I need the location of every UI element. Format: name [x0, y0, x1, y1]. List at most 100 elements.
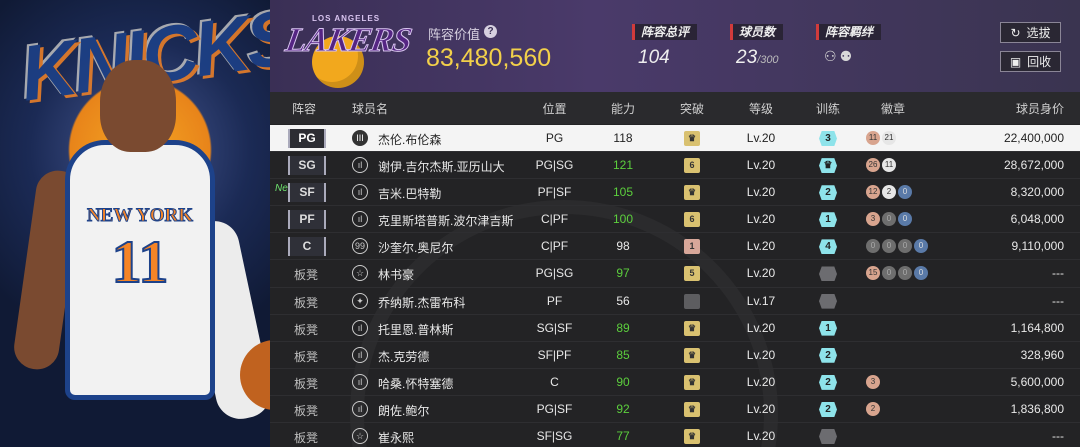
training-icon: 3: [819, 131, 837, 146]
table-row[interactable]: 板凳 ☆ 林书豪 PG|SG 97 5 Lv.20 15 0 0 0 ---: [270, 260, 1080, 288]
player-level: Lv.20: [746, 266, 776, 281]
table-row[interactable]: SG ıl 谢伊.吉尔杰斯.亚历山大 PG|SG 121 6 Lv.20 ♛ 26 11 28,67…: [270, 152, 1080, 180]
player-level: Lv.20: [746, 401, 776, 416]
player-value: 1,836,800: [1010, 401, 1064, 416]
training-icon: 2: [819, 401, 837, 417]
player-value: ---: [1052, 429, 1064, 444]
col-position[interactable]: 位置: [517, 100, 592, 117]
bench-tag: 板凳: [294, 322, 319, 337]
table-row[interactable]: 板凳 ✦ 乔纳斯.杰雷布科 PF 56 Lv.17 ---: [270, 288, 1080, 315]
player-tier-icon: 99: [352, 238, 368, 255]
col-ability[interactable]: 能力: [590, 100, 656, 117]
col-value[interactable]: 球员身价: [1016, 100, 1064, 117]
lineup-panel: LOS ANGELES LAKERS 阵容价值 ? 83,480,560 阵容总…: [270, 0, 1080, 447]
table-row[interactable]: 板凳 ıl 托里恩.普林斯 SG|SF 89 ♛ Lv.20 1 1,164,800: [270, 315, 1080, 342]
badge-list: 300: [866, 212, 912, 227]
synergy-icons[interactable]: ⚇ ⚉: [824, 48, 852, 65]
table-row[interactable]: C 99 沙奎尔.奥尼尔 C|PF 98 1 Lv.20 4 0 0 0 0 9,110,000: [270, 233, 1080, 261]
col-badges[interactable]: 徽章: [865, 100, 921, 117]
player-name: 崔永熙: [378, 431, 415, 446]
player-position: PG|SG: [535, 266, 574, 281]
bench-tag: 板凳: [294, 431, 319, 446]
player-tier-icon: ıl: [352, 346, 368, 363]
breakthrough-icon: 6: [684, 158, 700, 174]
badge-icon: 21: [882, 131, 896, 145]
badge-icon: 2: [882, 185, 896, 200]
player-ability: 85: [616, 347, 630, 362]
col-breakthrough[interactable]: 突破: [662, 100, 722, 117]
player-level: Lv.20: [746, 374, 776, 389]
badge-icon: 3: [866, 374, 880, 389]
training-icon: [819, 293, 837, 309]
roster-table: PG III 杰伦.布伦森 PG 118 ♛ Lv.20 3 11 21 22,400,000 SG ı…: [270, 125, 1080, 447]
player-value: ---: [1052, 266, 1064, 281]
badge-icon: 11: [882, 158, 896, 173]
breakthrough-icon: ♛: [684, 185, 700, 201]
badge-list: 12 2 0: [866, 185, 912, 200]
player-ability: 92: [616, 401, 630, 416]
slot-tag: PG: [288, 129, 326, 148]
table-row[interactable]: 板凳 ıl 哈桑.怀特塞德 C 90 ♛ Lv.20 2 3 5,600,000: [270, 369, 1080, 396]
player-ability: 121: [612, 158, 634, 173]
player-count-label: 球员数: [730, 24, 784, 40]
badge-icon: 26: [866, 158, 880, 173]
badge-icon: 2: [866, 401, 880, 416]
training-icon: 1: [819, 320, 837, 336]
player-tier-icon: ✦: [352, 292, 368, 309]
breakthrough-icon: 1: [684, 239, 700, 255]
lineup-synergy-stat[interactable]: 阵容羁绊: [816, 23, 882, 41]
table-row[interactable]: New SF ıl 吉米.巴特勒 PF|SF 105 ♛ Lv.20 2 12 2 0 8,320,00…: [270, 179, 1080, 207]
jersey-text: NEW YORK: [86, 205, 194, 227]
lineup-rating-stat: 阵容总评 104: [632, 23, 698, 68]
col-name[interactable]: 球员名: [352, 100, 388, 117]
bench-tag: 板凳: [294, 349, 319, 364]
jersey-number: 11: [111, 228, 170, 296]
table-row[interactable]: 板凳 ıl 朗佐.鲍尔 PG|SF 92 ♛ Lv.20 2 2 1,836,800: [270, 396, 1080, 424]
lineup-synergy-label: 阵容羁绊: [816, 24, 882, 40]
badge-list: 11 21: [866, 131, 896, 145]
training-icon: ♛: [819, 158, 837, 174]
player-position: SF|SG: [536, 429, 573, 444]
help-icon[interactable]: ?: [484, 25, 497, 38]
player-level: Lv.20: [746, 347, 776, 362]
lineup-header: LOS ANGELES LAKERS 阵容价值 ? 83,480,560 阵容总…: [270, 0, 1080, 92]
table-header: 阵容 球员名 位置 能力 突破 等级 训练 徽章 球员身价: [270, 92, 1080, 124]
breakthrough-icon: ♛: [684, 401, 700, 417]
bench-tag: 板凳: [294, 295, 319, 310]
player-count-value: 23/300: [736, 47, 779, 68]
table-row[interactable]: PF ıl 克里斯塔普斯.波尔津吉斯 C|PF 100 6 Lv.20 1 3 0 0 6,048,0…: [270, 206, 1080, 234]
player-count-stat: 球员数 23/300: [730, 23, 784, 68]
table-row[interactable]: 板凳 ☆ 崔永熙 SF|SG 77 ♛ Lv.20 ---: [270, 423, 1080, 447]
player-level: Lv.20: [746, 158, 776, 173]
lineup-value-label: 阵容价值: [428, 27, 481, 42]
player-level: Lv.20: [746, 212, 776, 227]
col-lineup[interactable]: 阵容: [292, 100, 316, 117]
player-ability: 77: [616, 429, 630, 444]
player-name: 乔纳斯.杰雷布科: [378, 295, 466, 310]
logo-word: LAKERS: [282, 22, 414, 60]
recycle-button[interactable]: ▣ 回收: [1000, 51, 1061, 72]
player-tier-icon: ☆: [352, 428, 368, 445]
player-ability: 100: [612, 212, 634, 227]
player-tier-icon: ☆: [352, 265, 368, 282]
table-row[interactable]: 板凳 ıl 杰.克劳德 SF|PF 85 ♛ Lv.20 2 328,960: [270, 342, 1080, 369]
lineup-screen: KNICKS NEW YORK 11 LOS ANGELES LAKERS 阵容…: [0, 0, 1080, 447]
slot-tag: SG: [288, 156, 326, 176]
player-ability: 118: [613, 131, 633, 145]
col-training[interactable]: 训练: [800, 100, 856, 117]
breakthrough-icon: 5: [684, 266, 700, 282]
player-level: Lv.20: [746, 429, 776, 444]
badge-list: 2: [866, 401, 880, 416]
bench-tag: 板凳: [294, 403, 319, 418]
player-position: SG|SF: [536, 320, 573, 335]
breakthrough-icon: ♛: [684, 131, 700, 146]
select-button[interactable]: ↻ 选拔: [1000, 22, 1061, 43]
training-icon: 2: [819, 185, 837, 201]
badge-icon: 0: [914, 239, 928, 254]
badge-list: 3: [866, 374, 880, 389]
player-tier-icon: ıl: [352, 400, 368, 417]
player-name: 托里恩.普林斯: [378, 322, 454, 337]
table-row[interactable]: PG III 杰伦.布伦森 PG 118 ♛ Lv.20 3 11 21 22,400,000: [270, 125, 1080, 153]
col-level[interactable]: 等级: [730, 100, 792, 117]
bench-tag: 板凳: [294, 268, 319, 283]
